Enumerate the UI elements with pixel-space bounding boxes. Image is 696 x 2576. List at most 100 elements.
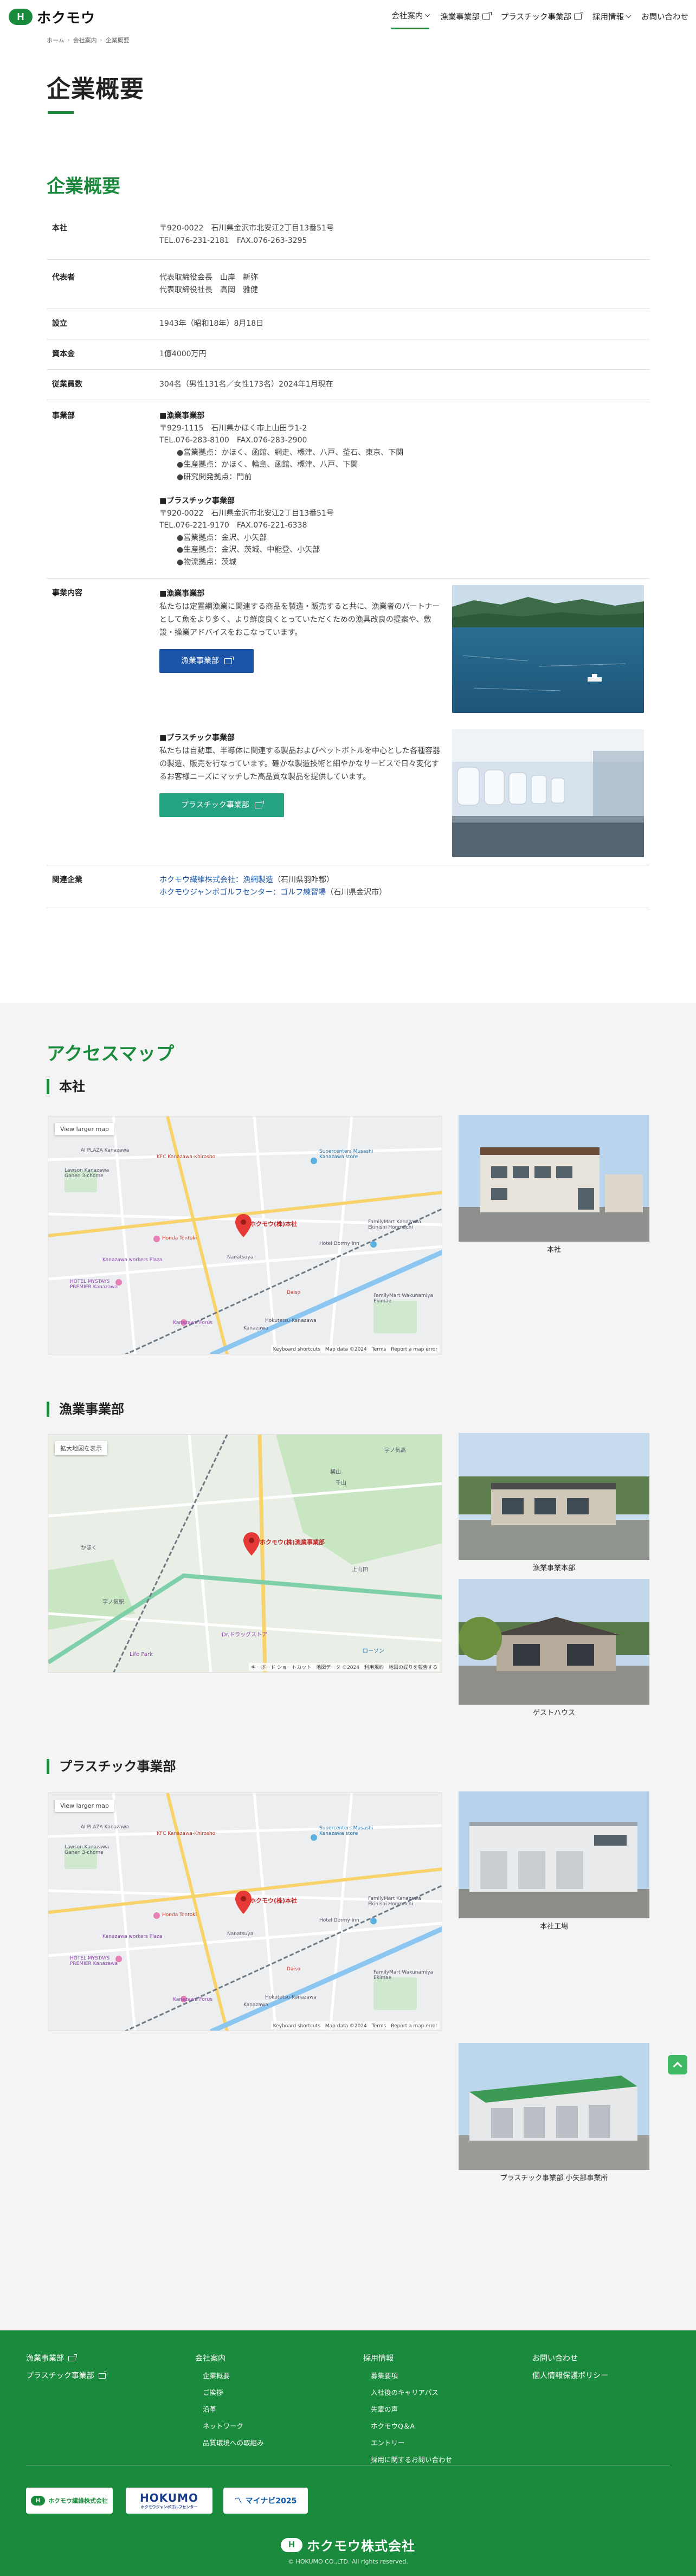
chevron-down-icon: [424, 11, 430, 17]
site-header: H ホクモウ 会社案内 漁業事業部 プラスチック事業部 採用情報 お問い合わせ: [0, 0, 696, 34]
hq-address: 〒920-0022 石川県金沢市北安江2丁目13番51号: [159, 224, 334, 233]
footer-link-recruit[interactable]: 採用情報: [363, 2354, 394, 2363]
map-poi: HOTEL MYSTAYS PREMIER Kanazawa: [70, 1956, 118, 1967]
external-link-icon: [224, 656, 234, 664]
breadcrumb: ホーム › 会社案内 › 企業概要: [47, 36, 130, 44]
map-larger-link[interactable]: View larger map: [55, 1123, 114, 1135]
div-plastic-item: ●営業拠点：金沢、小矢部: [177, 533, 267, 542]
div-fish-item: ●営業拠点：かほく、函館、網走、標津、八戸、釜石、東京、下関: [177, 448, 404, 457]
map-poi: Life Park: [130, 1652, 153, 1658]
footer-link[interactable]: ホクモウQ＆A: [371, 2422, 415, 2430]
table-row: 従業員数 304名（男性131名／女性173名）2024年1月現在: [47, 370, 649, 400]
map-poi: Nanatsuya: [227, 1255, 254, 1260]
map-larger-link[interactable]: View larger map: [55, 1800, 114, 1812]
map-poi: Honda Tontoki: [162, 1236, 197, 1241]
external-link-icon: [254, 800, 264, 808]
nav-plastic[interactable]: プラスチック事業部: [501, 10, 583, 29]
map-poi: Lawson Kanazawa Ganen 3-chome: [65, 1168, 109, 1179]
footer-link[interactable]: 募集要項: [371, 2372, 398, 2380]
map-pin-label: ホクモウ(株)漁業事業部: [260, 1539, 325, 1546]
footer-link[interactable]: 企業概要: [203, 2372, 230, 2380]
map-poi: FamilyMart Kanazawa Ekinishi Honmachi: [368, 1896, 421, 1907]
footer-link[interactable]: ご挨拶: [203, 2388, 223, 2397]
footer-link-contact[interactable]: お問い合わせ: [532, 2354, 578, 2363]
oyabe-plant-photo: [459, 2043, 649, 2170]
photo-caption: プラスチック事業部 小矢部事業所: [500, 2174, 608, 2182]
div-plastic-item: ●物流拠点：茨城: [177, 557, 237, 567]
map-poi: Hotel Dormy Inn: [319, 1241, 359, 1247]
biz-fishery: ■漁業事業部 私たちは定置網漁業に関連する商品を製造・販売すると共に、漁業者のパ…: [159, 585, 644, 713]
map-pin-label: ホクモウ(株)本社: [250, 1897, 298, 1904]
hq-building-photo: [459, 1115, 649, 1242]
biz-plastic: ■プラスチック事業部 私たちは自動車、半導体に関連する製品およびペットボトルを中…: [159, 729, 644, 857]
company-heading: 企業概要: [47, 176, 120, 197]
back-to-top-button[interactable]: [668, 2055, 687, 2074]
access-hq-heading: 本社: [47, 1079, 85, 1094]
plastic-factory-photo: [452, 729, 644, 857]
map-attribution: Keyboard shortcuts Map data ©2024 Terms …: [270, 2021, 440, 2029]
banner-jumbo-golf[interactable]: HOKUMO ホクモウジャンボゴルフセンター: [126, 2488, 212, 2514]
nav-company[interactable]: 会社案内: [391, 10, 430, 29]
button-label: プラスチック事業部: [181, 801, 249, 810]
external-link-icon: [482, 11, 492, 20]
map-poi: AI PLAZA Kanazawa: [81, 1825, 130, 1830]
footer-link[interactable]: エントリー: [371, 2439, 405, 2447]
plastic-map[interactable]: View larger map ホクモウ(株)本社 AI PLAZA Kanaz…: [48, 1793, 442, 2031]
nav-label: お問い合わせ: [641, 12, 688, 22]
footer-col-company: 会社案内 企業概要 ご挨拶 沿革 ネットワーク 品質環境への取組み: [195, 2350, 264, 2451]
footer-col-divisions: 漁業事業部 プラスチック事業部: [26, 2350, 107, 2385]
map-poi: Kanazawa: [243, 1326, 268, 1331]
footer-link-company[interactable]: 会社案内: [195, 2354, 225, 2363]
banner-sublabel: ホクモウジャンボゴルフセンター: [140, 2505, 198, 2509]
site-logo[interactable]: H ホクモウ: [9, 7, 95, 27]
row-label: 資本金: [52, 350, 75, 358]
map-larger-link[interactable]: 拡大地図を表示: [55, 1441, 107, 1455]
photo-caption: 本社: [546, 1246, 561, 1254]
external-link-icon: [574, 11, 583, 20]
related-company-link[interactable]: ホクモウジャンボゴルフセンター：ゴルフ練習場: [159, 888, 326, 897]
map-poi: Daiso: [287, 1967, 301, 1972]
footer-link[interactable]: ネットワーク: [203, 2422, 243, 2430]
biz-fish-text: 私たちは定置網漁業に関連する商品を製造・販売すると共に、漁業者のパートナーとして…: [159, 602, 440, 637]
fishery-site-button[interactable]: 漁業事業部: [159, 649, 254, 673]
table-row: 関連企業 ホクモウ繊維株式会社：漁網製造（石川県羽咋郡） ホクモウジャンボゴルフ…: [47, 865, 649, 908]
banner-hokumo-fiber[interactable]: H ホクモウ繊維株式会社: [26, 2488, 113, 2514]
related-company-link[interactable]: ホクモウ繊維株式会社：漁網製造: [159, 876, 273, 884]
div-plastic-addr: 〒920-0022 石川県金沢市北安江2丁目13番51号: [159, 509, 334, 518]
hq-map[interactable]: View larger map ホクモウ(株)本社 AI PLAZA Kanaz…: [48, 1116, 442, 1354]
map-poi: 千山: [336, 1480, 346, 1486]
footer-logo-text: ホクモウ株式会社: [307, 2539, 415, 2554]
fishery-hq-photo: [459, 1433, 649, 1560]
footer-col-recruit: 採用情報 募集要項 入社後のキャリアパス 先輩の声 ホクモウQ＆A エントリー …: [363, 2350, 452, 2468]
fishery-sea-photo: [452, 585, 644, 713]
map-attribution: キーボード ショートカット 地図データ ©2024 利用規約 地図の誤りを報告す…: [249, 1663, 440, 1671]
div-plastic-title: ■プラスチック事業部: [159, 497, 235, 505]
row-label: 事業部: [52, 412, 75, 420]
footer-link[interactable]: 先輩の声: [371, 2405, 398, 2413]
access-fishery-heading: 漁業事業部: [47, 1402, 124, 1417]
breadcrumb-current: 企業概要: [105, 37, 130, 44]
footer-link-plastic[interactable]: プラスチック事業部: [26, 2367, 107, 2385]
map-poi: FamilyMart Wakunamiya Ekimae: [373, 1293, 434, 1304]
breadcrumb-home[interactable]: ホーム: [47, 36, 65, 44]
map-attribution: Keyboard shortcuts Map data ©2024 Terms …: [270, 1345, 440, 1353]
plastic-site-button[interactable]: プラスチック事業部: [159, 793, 284, 817]
map-poi: Kanazawa Forus: [173, 1997, 212, 2002]
footer-link-privacy[interactable]: 個人情報保護ポリシー: [532, 2372, 608, 2380]
fishery-map[interactable]: 拡大地図を表示 ホクモウ(株)漁業事業部 宇ノ気高 横山 千山 上山田 宇ノ気駅…: [48, 1434, 442, 1673]
nav-contact[interactable]: お問い合わせ: [641, 10, 688, 29]
biz-plastic-title: ■プラスチック事業部: [159, 734, 235, 742]
footer-link[interactable]: 品質環境への取組み: [203, 2439, 264, 2447]
map-poi: 上山田: [352, 1567, 368, 1573]
footer-link-fishery[interactable]: 漁業事業部: [26, 2350, 77, 2367]
map-poi: KFC Kanazawa-Khirosho: [157, 1831, 216, 1836]
div-fish-tel: TEL.076-283-8100 FAX.076-283-2900: [159, 436, 307, 445]
breadcrumb-company[interactable]: 会社案内: [73, 36, 97, 44]
nav-recruit[interactable]: 採用情報: [592, 10, 631, 29]
banner-mynavi[interactable]: 〽マイナビ2025: [223, 2488, 308, 2514]
nav-fishery[interactable]: 漁業事業部: [440, 10, 492, 29]
nav-label: 会社案内: [391, 12, 423, 21]
footer-link[interactable]: 沿革: [203, 2405, 216, 2413]
footer-link[interactable]: 入社後のキャリアパス: [371, 2388, 439, 2397]
footer-link[interactable]: 採用に関するお問い合わせ: [371, 2456, 452, 2464]
